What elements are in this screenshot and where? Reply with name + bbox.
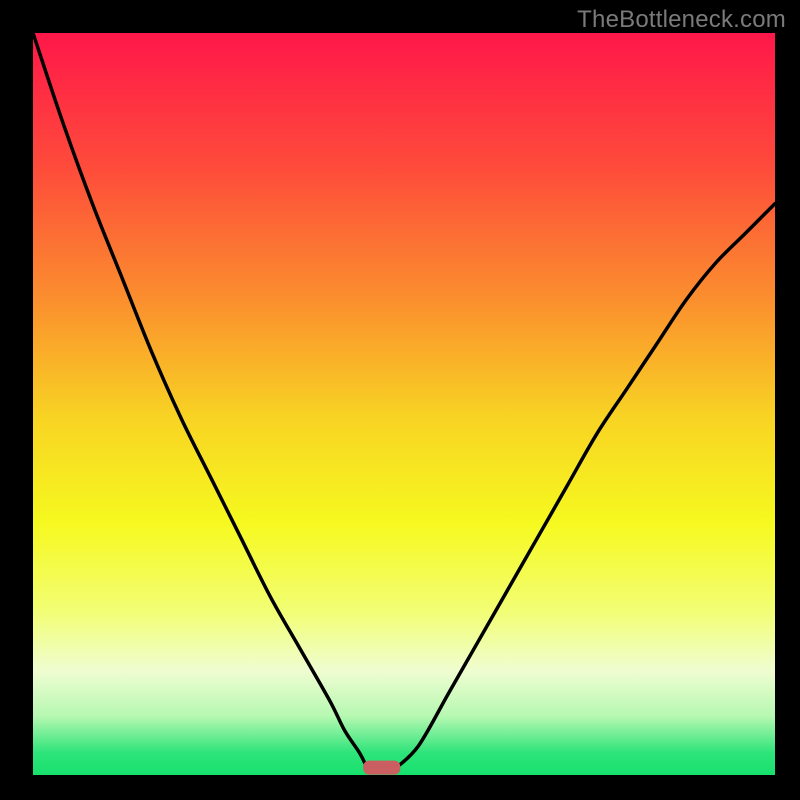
plot-background — [33, 33, 775, 775]
bottleneck-chart — [0, 0, 800, 800]
chart-frame: TheBottleneck.com — [0, 0, 800, 800]
optimum-marker — [363, 761, 400, 775]
watermark-text: TheBottleneck.com — [577, 6, 786, 34]
